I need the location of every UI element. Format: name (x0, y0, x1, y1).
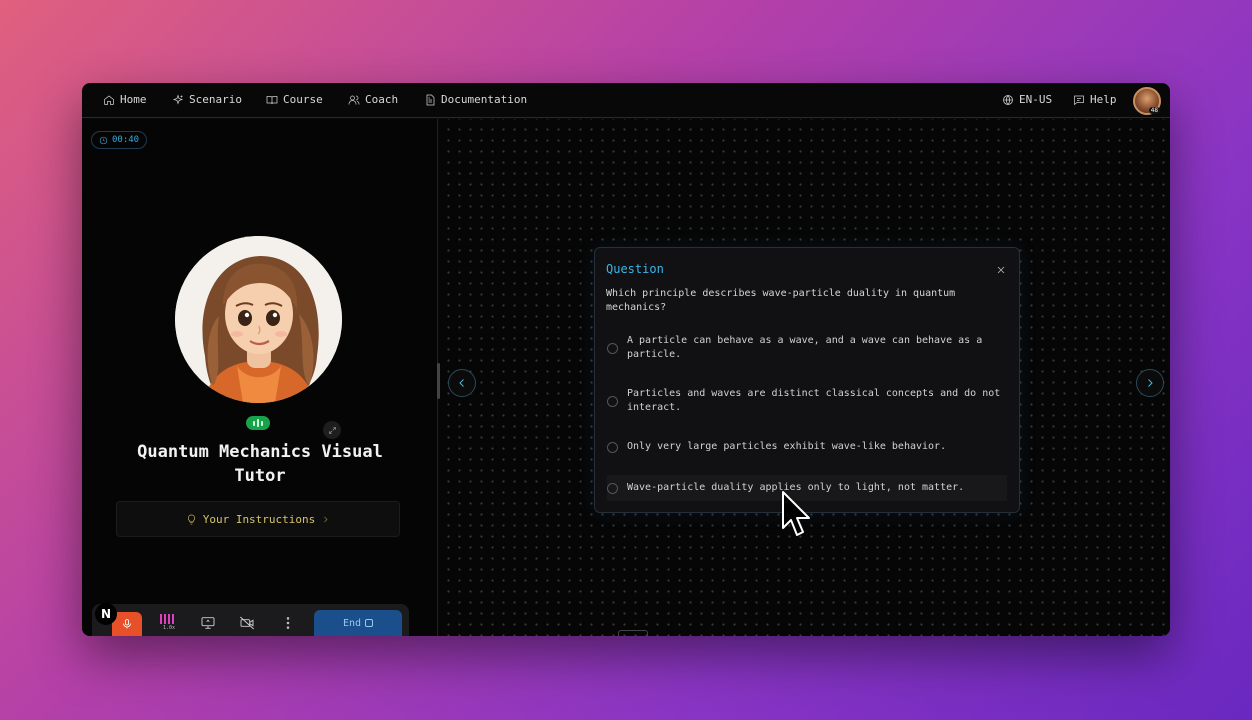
nav-course[interactable]: Course (266, 93, 323, 106)
instructions-label: Your Instructions (202, 512, 316, 526)
screen-share-icon (201, 617, 215, 629)
avatar-badge: 48 (1148, 107, 1160, 114)
help-button[interactable]: Help (1073, 93, 1117, 106)
speed-bars-icon (160, 614, 178, 624)
stop-icon (365, 619, 374, 627)
nav-coach-label: Coach (365, 93, 399, 106)
tutor-panel: 00:40 Quantum Mechanics Visual Tutor You… (82, 119, 438, 636)
book-icon (266, 95, 278, 104)
expand-icon (328, 426, 336, 434)
radio-button[interactable] (607, 342, 618, 354)
nav-documentation-label: Documentation (441, 93, 528, 106)
more-vertical-icon (286, 617, 290, 629)
n-badge[interactable]: N (95, 603, 117, 625)
voice-activity-indicator (246, 416, 270, 430)
question-title: Question (606, 262, 664, 276)
globe-icon (1003, 94, 1013, 105)
bottom-drawer-tab[interactable] (618, 630, 648, 636)
microphone-icon (123, 619, 131, 629)
tutor-title: Quantum Mechanics Visual Tutor (137, 442, 383, 486)
answer-option-text: Only very large particles exhibit wave-l… (627, 441, 947, 452)
answer-option[interactable]: A particle can behave as a wave, and a w… (607, 334, 1007, 362)
language-label: EN-US (1019, 93, 1053, 106)
clock-icon (99, 136, 108, 144)
nav-home-label: Home (120, 93, 147, 106)
timer-value: 00:40 (112, 135, 140, 145)
tutor-avatar (175, 236, 342, 403)
answer-option[interactable]: Only very large particles exhibit wave-l… (607, 440, 1007, 454)
users-icon (348, 95, 360, 104)
sparkle-icon (172, 93, 184, 105)
camera-off-button[interactable] (239, 615, 255, 631)
chevron-right-icon (324, 516, 328, 522)
end-label: End (342, 617, 362, 629)
language-selector[interactable]: EN-US (1002, 93, 1052, 106)
session-timer: 00:40 (91, 131, 148, 149)
your-instructions-button[interactable]: Your Instructions (116, 501, 400, 537)
nav-home[interactable]: Home (103, 93, 147, 106)
top-nav: Home Scenario Course Coach Documentation… (82, 83, 1170, 118)
mouse-cursor-icon (782, 491, 810, 536)
nav-course-label: Course (283, 93, 323, 106)
close-icon (997, 266, 1005, 274)
app-window: Home Scenario Course Coach Documentation… (82, 83, 1170, 636)
close-question-button[interactable] (995, 261, 1007, 274)
expand-avatar-button[interactable] (323, 421, 341, 439)
document-icon (426, 94, 435, 105)
next-slide-button[interactable] (1136, 369, 1164, 397)
nav-scenario-label: Scenario (189, 93, 242, 106)
chevron-right-icon (1148, 379, 1153, 387)
answer-option-text: A particle can behave as a wave, and a w… (627, 335, 983, 360)
tutor-avatar-illustration (175, 236, 342, 403)
previous-slide-button[interactable] (448, 369, 476, 397)
home-icon (104, 95, 114, 105)
answer-option-text: Particles and waves are distinct classic… (627, 388, 1001, 413)
answer-option[interactable]: Particles and waves are distinct classic… (607, 387, 1007, 415)
camera-off-icon (240, 616, 254, 630)
playback-speed-button[interactable]: 1.0x (160, 614, 178, 631)
nav-documentation[interactable]: Documentation (424, 93, 527, 106)
speed-label: 1.0x (162, 625, 176, 631)
radio-button[interactable] (607, 441, 618, 453)
help-label: Help (1090, 93, 1117, 106)
radio-button[interactable] (607, 482, 618, 494)
nav-coach[interactable]: Coach (348, 93, 398, 106)
message-icon (1074, 95, 1084, 105)
radio-button[interactable] (607, 395, 618, 407)
end-session-button[interactable]: End (314, 610, 402, 636)
more-options-button[interactable] (280, 615, 296, 631)
question-text: Which principle describes wave-particle … (606, 288, 956, 313)
chevron-left-icon (459, 379, 464, 387)
question-card: Question Which principle describes wave-… (594, 247, 1020, 513)
nav-scenario[interactable]: Scenario (172, 93, 242, 106)
screen-share-button[interactable] (200, 615, 216, 631)
panel-resize-handle[interactable] (437, 363, 440, 399)
lightbulb-icon (187, 514, 195, 524)
